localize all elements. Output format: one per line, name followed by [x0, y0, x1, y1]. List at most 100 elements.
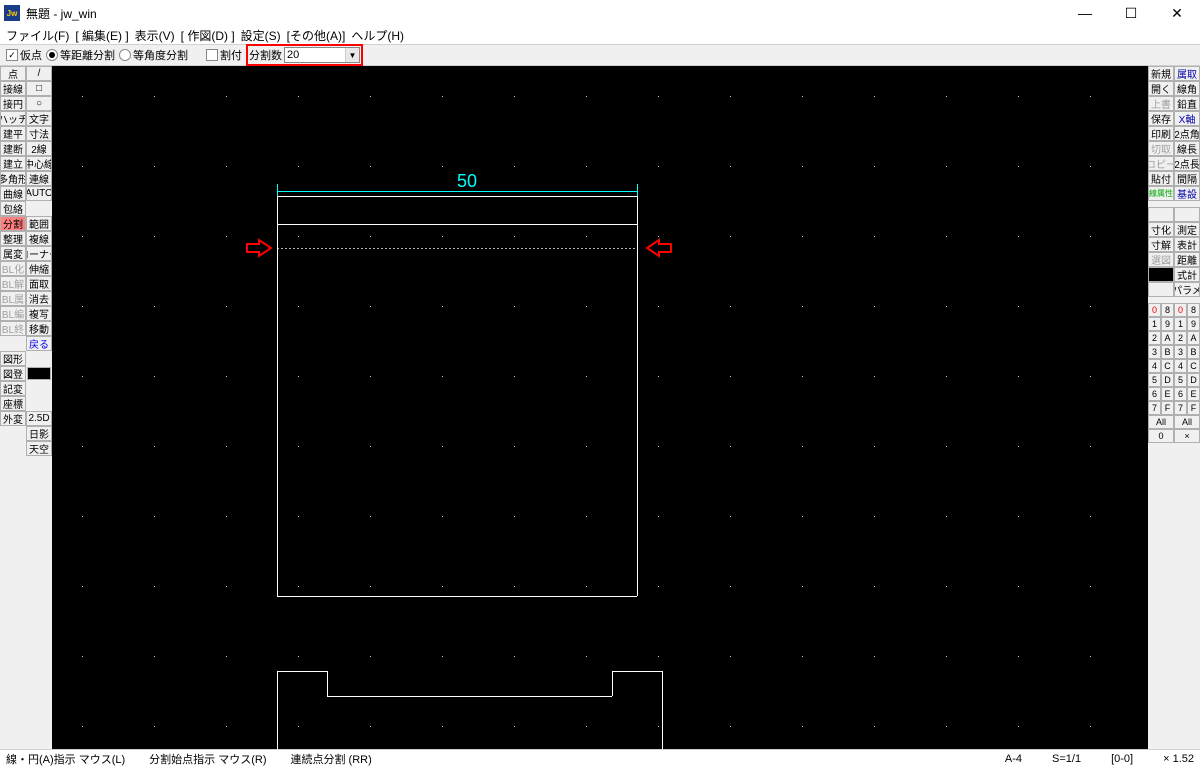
- rtool-上書[interactable]: 上書: [1148, 96, 1174, 111]
- tool-shape-rect[interactable]: □: [26, 81, 52, 96]
- tool-範囲[interactable]: 範囲: [26, 216, 52, 231]
- layer-3-3[interactable]: B: [1187, 345, 1200, 359]
- tool-AUTO[interactable]: AUTO: [26, 186, 52, 201]
- rtool-印刷[interactable]: 印刷: [1148, 126, 1174, 141]
- split-combo[interactable]: 20 ▼: [284, 47, 360, 63]
- layer-4-3[interactable]: C: [1187, 359, 1200, 373]
- tool-属変[interactable]: 属変: [0, 246, 26, 261]
- tool-点[interactable]: 点: [0, 66, 26, 81]
- tool-BL編[interactable]: BL編: [0, 306, 26, 321]
- layer-2-2[interactable]: 2: [1174, 331, 1187, 345]
- tool-BL化[interactable]: BL化: [0, 261, 26, 276]
- eqang-radio[interactable]: 等角度分割: [119, 47, 188, 63]
- tool-天空[interactable]: 天空: [26, 441, 52, 456]
- maximize-button[interactable]: ☐: [1108, 0, 1154, 26]
- tool-2線[interactable]: 2線: [26, 141, 52, 156]
- layer-7-1[interactable]: F: [1161, 401, 1174, 415]
- tool-寸法[interactable]: 寸法: [26, 126, 52, 141]
- layer-6-3[interactable]: E: [1187, 387, 1200, 401]
- rtool-X軸[interactable]: X軸: [1174, 111, 1200, 126]
- status-zoom[interactable]: × 1.52: [1163, 753, 1194, 765]
- rtool-新規[interactable]: 新規: [1148, 66, 1174, 81]
- tool-BL属[interactable]: BL属: [0, 291, 26, 306]
- tool-整理[interactable]: 整理: [0, 231, 26, 246]
- rtool-寸化[interactable]: 寸化: [1148, 222, 1174, 237]
- rtool-距離[interactable]: 距離: [1174, 252, 1200, 267]
- rtool-線角[interactable]: 線角: [1174, 81, 1200, 96]
- status-paper[interactable]: A-4: [1005, 753, 1022, 765]
- menu-settings[interactable]: 設定(S): [239, 27, 283, 44]
- tool-連線[interactable]: 連線: [26, 171, 52, 186]
- waritsuke-checkbox[interactable]: 割付: [206, 47, 242, 63]
- tool-中心線[interactable]: 中心線: [26, 156, 52, 171]
- rtool-表計[interactable]: 表計: [1174, 237, 1200, 252]
- tool-日影[interactable]: 日影: [26, 426, 52, 441]
- layer-5-2[interactable]: 5: [1174, 373, 1187, 387]
- menu-draw[interactable]: [ 作図(D) ]: [179, 27, 237, 44]
- menu-help[interactable]: ヘルプ(H): [349, 27, 406, 44]
- status-scale[interactable]: S=1/1: [1052, 753, 1081, 765]
- layer-5-1[interactable]: D: [1161, 373, 1174, 387]
- rtool-パラメ[interactable]: パラメ: [1174, 282, 1200, 297]
- all-value-1[interactable]: ×: [1174, 429, 1200, 443]
- layer-4-1[interactable]: C: [1161, 359, 1174, 373]
- tool-戻る[interactable]: 戻る: [26, 336, 52, 351]
- rtool-貼付[interactable]: 貼付: [1148, 171, 1174, 186]
- layer-0-3[interactable]: 8: [1187, 303, 1200, 317]
- layer-5-0[interactable]: 5: [1148, 373, 1161, 387]
- tool-記変[interactable]: 記変: [0, 381, 26, 396]
- minimize-button[interactable]: —: [1062, 0, 1108, 26]
- eqdist-radio[interactable]: 等距離分割: [46, 47, 115, 63]
- rtool-属取[interactable]: 属取: [1174, 66, 1200, 81]
- layer-2-3[interactable]: A: [1187, 331, 1200, 345]
- rtool-コピー[interactable]: コピー: [1148, 156, 1174, 171]
- rtool-式計[interactable]: 式計: [1174, 267, 1200, 282]
- tool-BL解[interactable]: BL解: [0, 276, 26, 291]
- tool-移動[interactable]: 移動: [26, 321, 52, 336]
- layer-3-0[interactable]: 3: [1148, 345, 1161, 359]
- layer-0-0[interactable]: 0: [1148, 303, 1161, 317]
- all-label-0[interactable]: All: [1148, 415, 1174, 429]
- rtool-開く[interactable]: 開く: [1148, 81, 1174, 96]
- tool-面取[interactable]: 面取: [26, 276, 52, 291]
- tool-建平[interactable]: 建平: [0, 126, 26, 141]
- menu-other[interactable]: [その他(A)]: [285, 27, 348, 44]
- layer-7-0[interactable]: 7: [1148, 401, 1161, 415]
- close-button[interactable]: ✕: [1154, 0, 1200, 26]
- layer-1-3[interactable]: 9: [1187, 317, 1200, 331]
- layer-6-0[interactable]: 6: [1148, 387, 1161, 401]
- layer-0-1[interactable]: 8: [1161, 303, 1174, 317]
- layer-6-1[interactable]: E: [1161, 387, 1174, 401]
- layer-5-3[interactable]: D: [1187, 373, 1200, 387]
- layer-0-2[interactable]: 0: [1174, 303, 1187, 317]
- tool-座標[interactable]: 座標: [0, 396, 26, 411]
- rtool-線属性[interactable]: 線属性: [1148, 186, 1174, 201]
- tool-2.5D[interactable]: 2.5D: [26, 411, 52, 426]
- tool-文字[interactable]: 文字: [26, 111, 52, 126]
- dropdown-icon[interactable]: ▼: [345, 48, 359, 62]
- tool-消去[interactable]: 消去: [26, 291, 52, 306]
- rtool-2点角[interactable]: 2点角: [1174, 126, 1200, 141]
- karipoint-checkbox[interactable]: ✓ 仮点: [6, 47, 42, 63]
- layer-1-2[interactable]: 1: [1174, 317, 1187, 331]
- tool-図登[interactable]: 図登: [0, 366, 26, 381]
- tool-多角形[interactable]: 多角形: [0, 171, 26, 186]
- rtool-測定[interactable]: 測定: [1174, 222, 1200, 237]
- tool-ハッチ[interactable]: ハッチ: [0, 111, 26, 126]
- layer-4-2[interactable]: 4: [1174, 359, 1187, 373]
- tool-建断[interactable]: 建断: [0, 141, 26, 156]
- menu-file[interactable]: ファイル(F): [4, 27, 71, 44]
- rtool-保存[interactable]: 保存: [1148, 111, 1174, 126]
- tool-接円[interactable]: 接円: [0, 96, 26, 111]
- layer-3-1[interactable]: B: [1161, 345, 1174, 359]
- tool-曲線[interactable]: 曲線: [0, 186, 26, 201]
- all-label-1[interactable]: All: [1174, 415, 1200, 429]
- rtool-間隔[interactable]: 間隔: [1174, 171, 1200, 186]
- tool-複線[interactable]: 複線: [26, 231, 52, 246]
- layer-4-0[interactable]: 4: [1148, 359, 1161, 373]
- rtool-寸解[interactable]: 寸解: [1148, 237, 1174, 252]
- tool-shape-line[interactable]: /: [26, 66, 52, 81]
- layer-2-0[interactable]: 2: [1148, 331, 1161, 345]
- rtool-基設[interactable]: 基設: [1174, 186, 1200, 201]
- layer-7-2[interactable]: 7: [1174, 401, 1187, 415]
